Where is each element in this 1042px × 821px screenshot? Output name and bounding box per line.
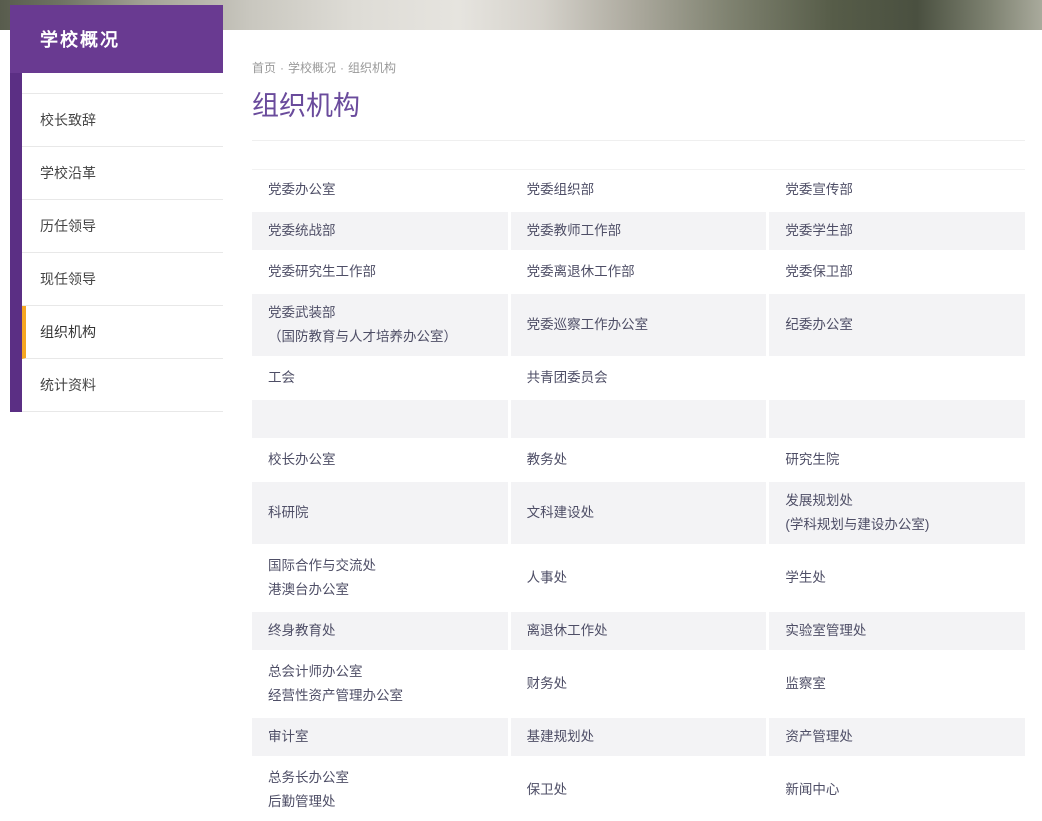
table-row: 党委研究生工作部党委离退休工作部党委保卫部	[252, 253, 1025, 291]
org-cell[interactable]: 教务处	[511, 441, 767, 479]
table-row: 校长办公室教务处研究生院	[252, 441, 1025, 479]
main-content: 首页·学校概况·组织机构 组织机构 党委办公室党委组织部党委宣传部党委统战部党委…	[252, 30, 1025, 821]
org-cell[interactable]: 审计室	[252, 718, 508, 756]
sidebar-item[interactable]: 历任领导	[22, 200, 223, 253]
org-cell[interactable]: 新闻中心	[769, 759, 1025, 821]
table-row: 党委武装部 （国防教育与人才培养办公室）党委巡察工作办公室纪委办公室	[252, 294, 1025, 356]
sidebar: 学校概况 校长致辞学校沿革历任领导现任领导组织机构统计资料	[10, 5, 223, 412]
org-cell[interactable]: 发展规划处 (学科规划与建设办公室)	[769, 482, 1025, 544]
org-cell[interactable]: 基建规划处	[511, 718, 767, 756]
breadcrumb-separator: ·	[340, 61, 344, 75]
org-cell[interactable]: 资产管理处	[769, 718, 1025, 756]
org-cell[interactable]: 党委武装部 （国防教育与人才培养办公室）	[252, 294, 508, 356]
breadcrumb-item[interactable]: 首页	[252, 61, 276, 75]
sidebar-body: 校长致辞学校沿革历任领导现任领导组织机构统计资料	[10, 73, 223, 412]
breadcrumb-item: 组织机构	[348, 61, 396, 75]
sidebar-item[interactable]: 现任领导	[22, 253, 223, 306]
org-cell[interactable]: 总会计师办公室 经营性资产管理办公室	[252, 653, 508, 715]
org-cell[interactable]: 研究生院	[769, 441, 1025, 479]
org-cell[interactable]: 校长办公室	[252, 441, 508, 479]
org-cell[interactable]: 党委宣传部	[769, 171, 1025, 209]
org-cell[interactable]: 党委巡察工作办公室	[511, 294, 767, 356]
breadcrumb-separator: ·	[280, 61, 284, 75]
org-cell[interactable]: 党委组织部	[511, 171, 767, 209]
table-row: 党委统战部党委教师工作部党委学生部	[252, 212, 1025, 250]
org-cell[interactable]: 文科建设处	[511, 482, 767, 544]
org-cell[interactable]: 离退休工作处	[511, 612, 767, 650]
org-table: 党委办公室党委组织部党委宣传部党委统战部党委教师工作部党委学生部党委研究生工作部…	[252, 169, 1025, 821]
org-cell	[252, 400, 508, 438]
org-cell	[769, 359, 1025, 397]
table-row: 工会共青团委员会	[252, 359, 1025, 397]
sidebar-item[interactable]: 统计资料	[22, 359, 223, 412]
org-cell[interactable]: 国际合作与交流处 港澳台办公室	[252, 547, 508, 609]
org-cell[interactable]: 党委离退休工作部	[511, 253, 767, 291]
org-cell[interactable]: 共青团委员会	[511, 359, 767, 397]
table-row: 审计室基建规划处资产管理处	[252, 718, 1025, 756]
org-cell[interactable]: 纪委办公室	[769, 294, 1025, 356]
sidebar-item[interactable]: 学校沿革	[22, 147, 223, 200]
org-cell[interactable]: 总务长办公室 后勤管理处	[252, 759, 508, 821]
table-row: 终身教育处离退休工作处实验室管理处	[252, 612, 1025, 650]
org-cell[interactable]: 终身教育处	[252, 612, 508, 650]
page-title: 组织机构	[252, 90, 1025, 141]
org-cell[interactable]: 实验室管理处	[769, 612, 1025, 650]
org-cell[interactable]: 监察室	[769, 653, 1025, 715]
org-cell	[511, 400, 767, 438]
org-cell[interactable]: 党委研究生工作部	[252, 253, 508, 291]
org-cell[interactable]: 财务处	[511, 653, 767, 715]
sidebar-item[interactable]: 组织机构	[22, 306, 223, 359]
sidebar-title: 学校概况	[10, 5, 223, 73]
table-row: 科研院文科建设处发展规划处 (学科规划与建设办公室)	[252, 482, 1025, 544]
sidebar-item[interactable]: 校长致辞	[22, 93, 223, 147]
org-cell[interactable]: 科研院	[252, 482, 508, 544]
breadcrumb-item[interactable]: 学校概况	[288, 61, 336, 75]
sidebar-menu: 校长致辞学校沿革历任领导现任领导组织机构统计资料	[22, 73, 223, 412]
org-cell[interactable]: 保卫处	[511, 759, 767, 821]
table-row: 国际合作与交流处 港澳台办公室人事处学生处	[252, 547, 1025, 609]
org-cell[interactable]: 党委教师工作部	[511, 212, 767, 250]
sidebar-accent-strip	[10, 73, 22, 412]
breadcrumb: 首页 · 学校概况 · 组织机构	[252, 60, 1025, 76]
org-cell[interactable]: 党委保卫部	[769, 253, 1025, 291]
org-cell[interactable]: 党委办公室	[252, 171, 508, 209]
org-cell[interactable]: 工会	[252, 359, 508, 397]
org-cell[interactable]: 党委学生部	[769, 212, 1025, 250]
table-row: 党委办公室党委组织部党委宣传部	[252, 171, 1025, 209]
table-row	[252, 400, 1025, 438]
org-cell[interactable]: 党委统战部	[252, 212, 508, 250]
org-cell[interactable]: 人事处	[511, 547, 767, 609]
table-row: 总务长办公室 后勤管理处保卫处新闻中心	[252, 759, 1025, 821]
table-row: 总会计师办公室 经营性资产管理办公室财务处监察室	[252, 653, 1025, 715]
org-cell	[769, 400, 1025, 438]
org-cell[interactable]: 学生处	[769, 547, 1025, 609]
